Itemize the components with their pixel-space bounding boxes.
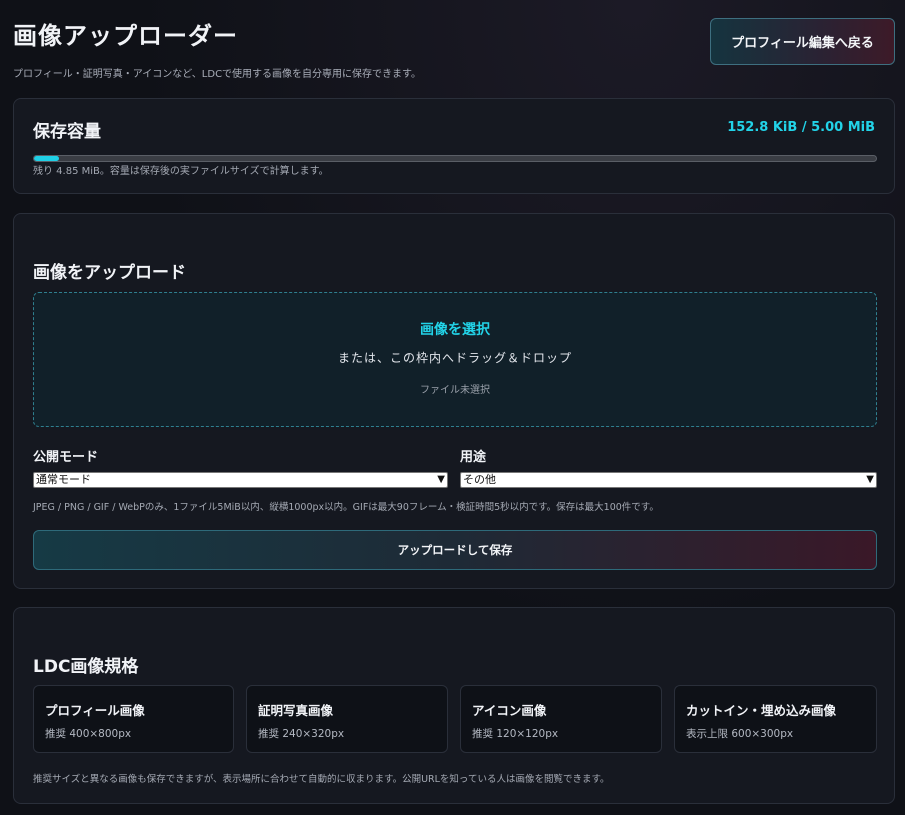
drop-hint: または、この枠内へドラッグ＆ドロップ [337,351,572,365]
chevron-down-icon: ▼ [866,474,874,485]
upload-save-button[interactable]: アップロードして保存 [33,530,877,570]
upload-panel: 画像をアップロード 画像を選択 または、この枠内へドラッグ＆ドロップ ファイル未… [13,213,895,589]
storage-progress-bar [33,155,877,162]
storage-heading: 保存容量 [33,122,101,142]
storage-usage: 152.8 KiB / 5.00 MiB [727,120,875,135]
storage-note: 残り 4.85 MiB。容量は保存後の実ファイルサイズで計算します。 [33,166,329,177]
spec-card-icon: アイコン画像 推奨 120×120px [460,685,662,753]
back-to-profile-button[interactable]: プロフィール編集へ戻る [710,18,895,65]
spec-card-id-photo: 証明写真画像 推奨 240×320px [246,685,448,753]
spec-card-title: プロフィール画像 [45,703,145,718]
spec-card-title: カットイン・埋め込み画像 [686,703,837,718]
file-dropzone[interactable]: 画像を選択 または、この枠内へドラッグ＆ドロップ ファイル未選択 [33,292,877,427]
purpose-label: 用途 [460,450,487,465]
purpose-value: その他 [463,473,496,486]
chevron-down-icon: ▼ [437,474,445,485]
spec-heading: LDC画像規格 [33,657,139,677]
purpose-select[interactable]: その他 ▼ [460,472,877,488]
spec-card-size: 表示上限 600×300px [686,728,794,740]
visibility-mode-value: 通常モード [36,473,91,486]
spec-card-size: 推奨 400×800px [45,728,132,740]
select-image-link[interactable]: 画像を選択 [34,319,876,339]
page-title: 画像アップローダー [13,22,238,50]
file-status: ファイル未選択 [420,385,490,396]
spec-card-profile: プロフィール画像 推奨 400×800px [33,685,234,753]
spec-note: 推奨サイズと異なる画像も保存できますが、表示場所に合わせて自動的に収まります。公… [33,774,610,785]
upload-heading: 画像をアップロード [33,263,186,283]
spec-card-title: アイコン画像 [472,703,547,718]
spec-card-title: 証明写真画像 [258,703,334,718]
visibility-mode-label: 公開モード [33,450,99,465]
spec-card-size: 推奨 240×320px [258,728,345,740]
spec-card-cutin: カットイン・埋め込み画像 表示上限 600×300px [674,685,877,753]
page-subtitle: プロフィール・証明写真・アイコンなど、LDCで使用する画像を自分専用に保存できま… [13,69,422,80]
image-spec-panel: LDC画像規格 プロフィール画像 推奨 400×800px 証明写真画像 推奨 … [13,607,895,804]
upload-requirements-note: JPEG / PNG / GIF / WebPのみ、1ファイル5MiB以内、縦横… [33,502,659,513]
storage-progress-fill [34,156,60,161]
spec-card-size: 推奨 120×120px [472,728,559,740]
visibility-mode-select[interactable]: 通常モード ▼ [33,472,448,488]
page: 画像アップローダー プロフィール・証明写真・アイコンなど、LDCで使用する画像を… [0,0,905,815]
storage-panel: 保存容量 152.8 KiB / 5.00 MiB 残り 4.85 MiB。容量… [13,98,895,194]
